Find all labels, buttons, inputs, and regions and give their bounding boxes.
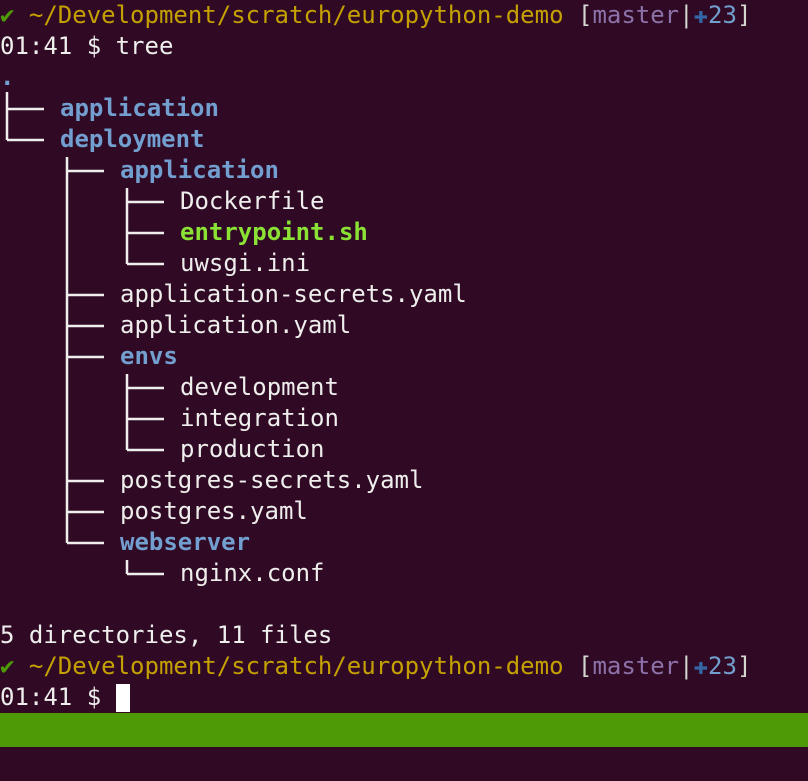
tree-summary: 5 directories, 11 files [0,621,333,649]
tree-item-nginx-conf: nginx.conf [180,559,325,587]
tmux-status-bar[interactable]: [0] 0:bash*Z [0,713,808,778]
tmux-window-list[interactable]: [0] 0:bash*Z [29,750,204,778]
input-symbol: $ [86,683,102,711]
tree-item-development: development [180,373,339,401]
tree-item-webserver: webserver [120,528,251,556]
tree-item-deployment: deployment [60,125,205,153]
tree-item-integration: integration [180,404,339,432]
tree-item-uwsgi: uwsgi.ini [180,249,311,277]
git-bracket-close-2: ] [736,652,752,680]
tree-item-envs: envs [120,342,178,370]
tree-item-application: application [60,94,219,122]
git-branch-2: master [592,652,680,680]
git-plus-icon-2: ✚ [693,652,709,680]
prompt-line-2: ✔ ~/Development/scratch/europython-demo … [0,651,751,682]
tree-item-application-yaml: application.yaml [120,311,352,339]
success-check-icon-2: ✔ [0,652,15,680]
input-line[interactable]: 01:41 $ [0,682,130,713]
tree-item-entrypoint: entrypoint.sh [180,218,368,246]
tree-item-application-secrets: application-secrets.yaml [120,280,467,308]
cwd-path-2: ~/Development/scratch/europython-demo [28,652,564,680]
tree-item-postgres-yaml: postgres.yaml [120,497,308,525]
git-change-count-2: 23 [708,652,737,680]
tree-item-dockerfile: Dockerfile [180,187,325,215]
git-separator-2: | [679,652,694,680]
tree-item-postgres-secrets: postgres-secrets.yaml [120,466,424,494]
input-time: 01:41 [0,683,73,711]
git-bracket-open-2: [ [577,652,593,680]
tree-item-deployment-application: application [120,156,279,184]
terminal-window[interactable]: ✔ ~/Development/scratch/europython-demo … [0,0,808,713]
tree-item-production: production [180,435,325,463]
text-cursor[interactable] [115,684,130,712]
